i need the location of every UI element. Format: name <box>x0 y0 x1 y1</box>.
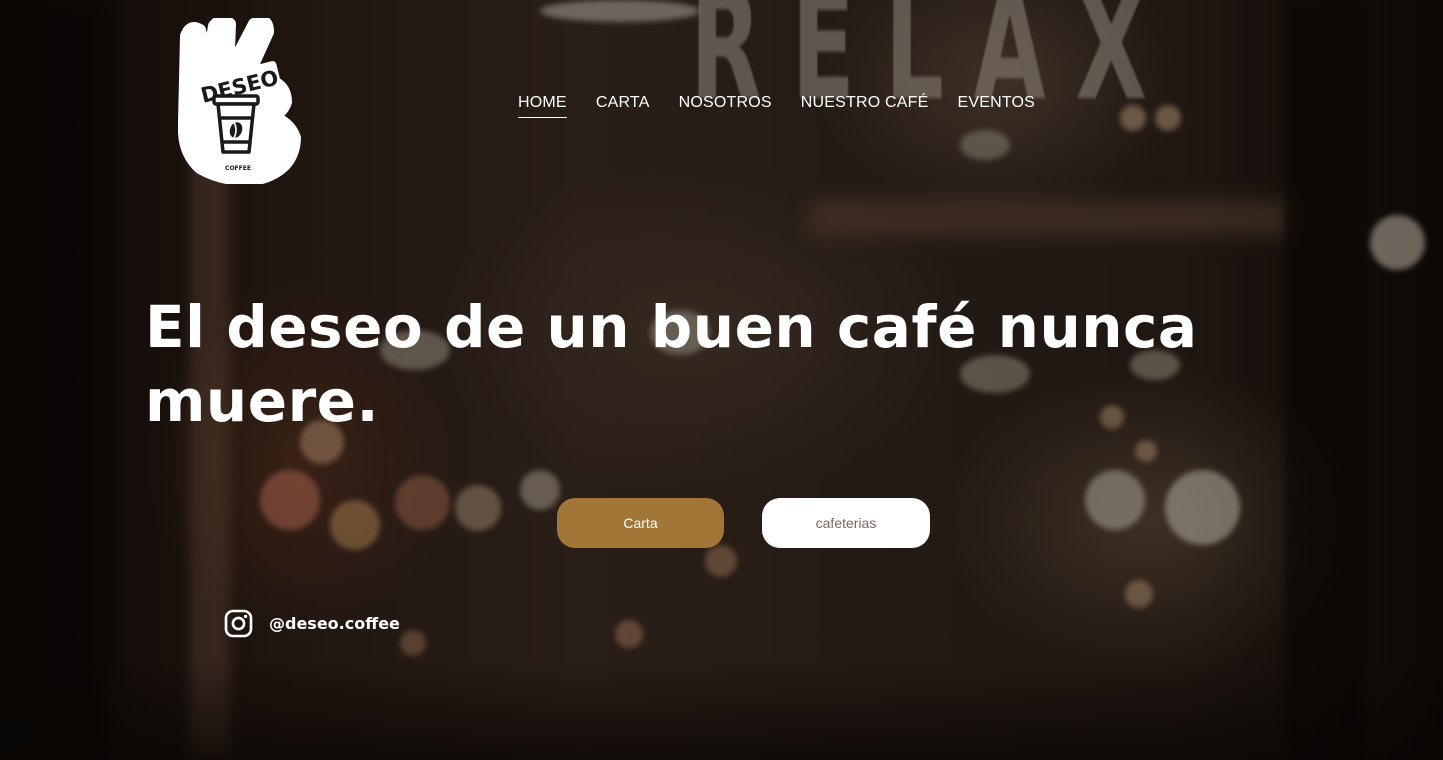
carta-button[interactable]: Carta <box>557 498 724 548</box>
nav-carta[interactable]: CARTA <box>596 94 650 118</box>
nav-eventos[interactable]: EVENTOS <box>957 94 1035 118</box>
nav-nuestro-cafe[interactable]: NUESTRO CAFÉ <box>801 94 929 118</box>
main-nav: HOME CARTA NOSOTROS NUESTRO CAFÉ EVENTOS <box>518 94 1035 118</box>
deseo-coffee-logo[interactable]: DESEO COFFEE <box>178 18 303 184</box>
instagram-link[interactable]: @deseo.coffee <box>224 609 400 638</box>
nav-home[interactable]: HOME <box>518 94 567 118</box>
nav-nosotros[interactable]: NOSOTROS <box>679 94 772 118</box>
logo-subtitle: COFFEE <box>225 165 251 172</box>
instagram-handle[interactable]: @deseo.coffee <box>269 614 400 633</box>
cafeterias-button[interactable]: cafeterias <box>762 498 930 548</box>
hero-section: RELAX DESEO COFFEE HOME CARTA NOSOTROS N… <box>0 0 1443 760</box>
hero-headline: El deseo de un buen café nunca muere. <box>145 293 1198 435</box>
instagram-icon <box>224 609 253 638</box>
